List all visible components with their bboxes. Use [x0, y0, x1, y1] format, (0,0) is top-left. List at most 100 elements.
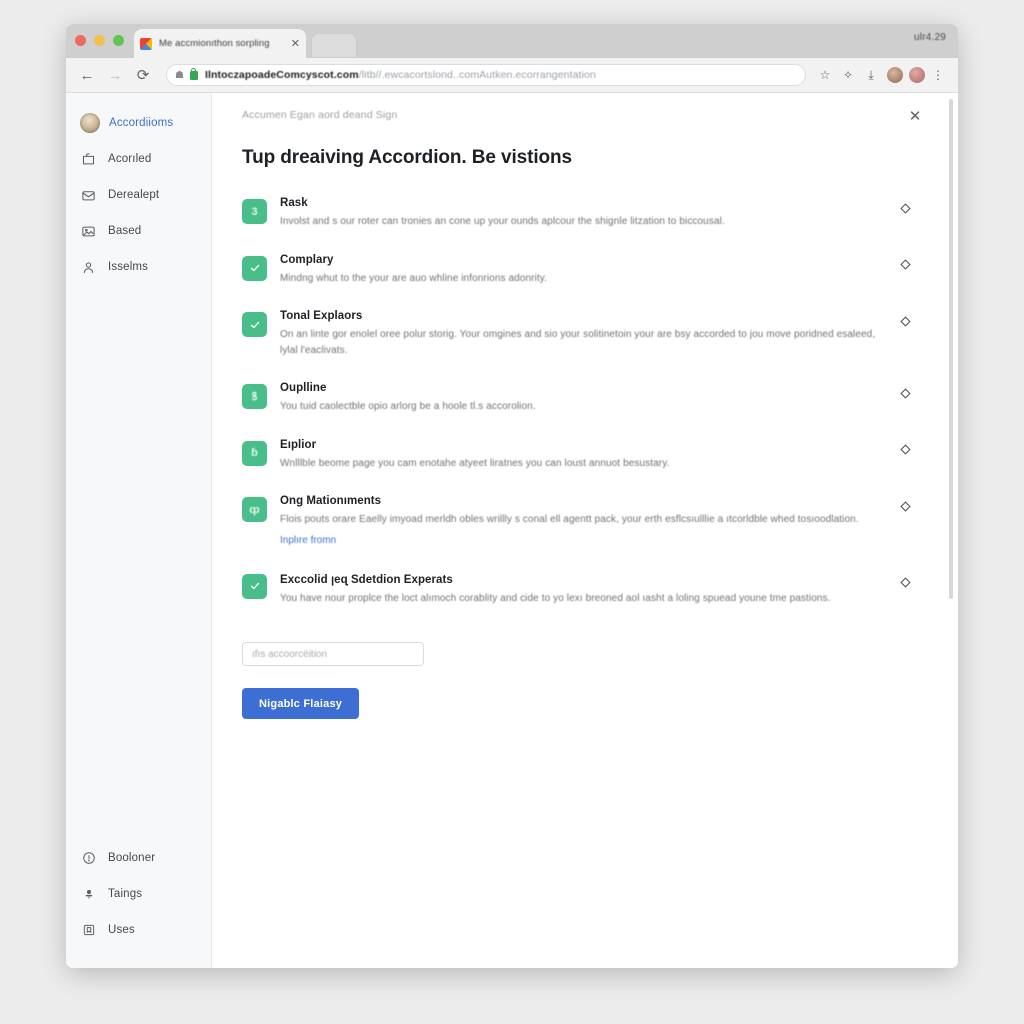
list-item[interactable]: ȹ Ong Mationıments Flois pouts orare Eae…	[242, 495, 918, 548]
breadcrumb: Accumen Egan aord deand Sign	[242, 109, 398, 121]
list-item-description: You tuid caolectble opio arlorg be a hoo…	[280, 401, 536, 412]
diamond-icon[interactable]	[898, 386, 912, 400]
list-item-body: Tonal Explaors On an linte gor enolel or…	[280, 310, 918, 358]
bookmark-star-icon[interactable]: ☆	[815, 65, 835, 85]
minimize-window-button[interactable]	[94, 35, 105, 46]
check-icon	[250, 582, 259, 590]
browser-menu-icon[interactable]: ⋮	[928, 65, 948, 85]
status-badge: ꝸ	[242, 384, 267, 409]
diamond-icon[interactable]	[898, 314, 912, 328]
list-item-title: Ong Mationıments	[280, 495, 382, 507]
sidebar-item-isselms[interactable]: Isselms	[66, 249, 211, 285]
check-icon	[250, 264, 259, 272]
close-window-button[interactable]	[75, 35, 86, 46]
sidebar-item-label: Isselms	[108, 261, 149, 273]
badge-glyph: ȹ	[249, 503, 260, 516]
downloads-icon[interactable]: ⤓	[861, 65, 881, 85]
vertical-scrollbar[interactable]	[949, 99, 953, 599]
extensions-puzzle-icon[interactable]: ✧	[838, 65, 858, 85]
favicon-icon	[140, 37, 152, 50]
sidebar-item-based[interactable]: Based	[66, 213, 211, 249]
main-content: Accumen Egan aord deand Sign Tup dreaivi…	[212, 93, 958, 719]
diamond-icon[interactable]	[898, 258, 912, 272]
url-domain: IlntoczapoadeComcyscot.com	[204, 69, 359, 81]
list-item-description: Involst and s our roter can tronies an c…	[280, 216, 725, 227]
accordion-list: 3 Rask Involst and s our roter can troni…	[242, 197, 918, 606]
list-item-description: You have nour proplce the loct alımoch c…	[280, 592, 831, 604]
list-item[interactable]: Complary Mindng whut to the your are auo…	[242, 254, 918, 287]
diamond-icon[interactable]	[898, 201, 912, 215]
list-item-description: Flois pouts orare Eaelly imyoad merldh o…	[280, 514, 859, 525]
profile-avatar-1[interactable]	[887, 67, 903, 83]
list-item[interactable]: Exccolid ꞁeɋ Sdetdion Experats You have …	[242, 572, 918, 607]
sidebar-item-label: Based	[108, 225, 142, 237]
lock-icon	[189, 67, 198, 80]
back-icon[interactable]: ←	[76, 64, 98, 86]
status-badge: ɓ	[242, 440, 267, 466]
url-text: IlntoczapoadeComcyscot.com/litb//.ewcaco…	[205, 69, 596, 81]
new-tab-button[interactable]	[311, 33, 357, 58]
sidebar-item-accordiioms[interactable]: Accordiioms	[66, 105, 211, 141]
list-item-title: Tonal Explaors	[280, 310, 363, 322]
sidebar-item-taings[interactable]: Taings	[66, 876, 211, 912]
browser-tab[interactable]: Me accmionıthon sorpling ✕	[134, 29, 306, 58]
check-icon	[250, 321, 259, 328]
list-item-body: Ong Mationıments Flois pouts orare Eaell…	[280, 495, 918, 548]
sidebar-item-uses[interactable]: Uses	[66, 912, 211, 948]
user-avatar	[80, 113, 100, 133]
window-controls[interactable]	[75, 35, 124, 46]
close-icon[interactable]: ✕	[291, 37, 300, 50]
page-title: Tup dreaiving Accordion. Be vistions	[242, 147, 573, 168]
list-item-body: Eıplior Wnlllble beome page you cam enot…	[280, 439, 918, 472]
badge-glyph: ɓ	[251, 447, 258, 459]
list-item[interactable]: 3 Rask Involst and s our roter can troni…	[242, 197, 918, 230]
list-item-body: Rask Involst and s our roter can tronies…	[280, 197, 918, 230]
sidebar-item-label: Accordiioms	[109, 117, 174, 129]
profile-avatar-2[interactable]	[909, 67, 925, 83]
list-item-title: Rask	[280, 197, 308, 209]
envelope-icon	[80, 187, 97, 204]
status-badge: 3	[242, 199, 267, 224]
list-item[interactable]: ꝸ Ouplline You tuid caolectble opio arlo…	[242, 382, 918, 415]
diamond-icon[interactable]	[898, 576, 912, 590]
list-item-description: Wnlllble beome page you cam enotahe atye…	[280, 457, 670, 469]
sidebar-item-label: Acorıled	[108, 153, 152, 165]
status-badge	[242, 312, 267, 337]
submit-button[interactable]: Nigablc Flaiasy	[242, 688, 360, 719]
page-info-icon[interactable]: ☗	[175, 70, 184, 81]
sidebar-item-derealept[interactable]: Derealept	[66, 177, 211, 213]
browser-toolbar: ← → ⟳ ☗ IlntoczapoadeComcyscot.com/litb/…	[66, 58, 958, 93]
list-item[interactable]: ɓ Eıplior Wnlllble beome page you cam en…	[242, 439, 918, 472]
pin-icon	[80, 886, 97, 903]
list-item-title: Complary	[280, 253, 334, 266]
maximize-window-button[interactable]	[113, 35, 124, 46]
main-panel: ✕ Accumen Egan aord deand Sign Tup dreai…	[212, 93, 958, 968]
info-circle-icon	[80, 850, 97, 867]
diamond-icon[interactable]	[898, 443, 912, 457]
forward-icon[interactable]: →	[104, 64, 126, 86]
list-item-body: Ouplline You tuid caolectble opio arlorg…	[280, 382, 918, 415]
sidebar: Accordiioms Acorıled Derealept Based Iss…	[66, 93, 212, 968]
list-item-title: Exccolid ꞁeɋ Sdetdion Experats	[280, 573, 453, 586]
address-bar[interactable]: ☗ IlntoczapoadeComcyscot.com/litb//.ewca…	[166, 64, 806, 86]
browser-window: Me accmionıthon sorpling ✕ ulr4.29 ← → ⟳…	[66, 24, 958, 968]
list-item-title: Ouplline	[280, 382, 327, 394]
list-item-link[interactable]: Inplıre fromn	[280, 535, 336, 546]
status-badge	[242, 255, 267, 281]
list-item-body: Complary Mindng whut to the your are auo…	[280, 254, 918, 287]
status-badge	[242, 573, 267, 599]
image-card-icon	[80, 223, 97, 240]
sidebar-item-label: Taings	[108, 888, 143, 900]
person-icon	[80, 259, 97, 276]
reload-icon[interactable]: ⟳	[132, 64, 154, 86]
accordion-input-placeholder: ıfıs accoorcëition	[252, 648, 328, 660]
sidebar-item-acorıled[interactable]: Acorıled	[66, 141, 211, 177]
sidebar-item-boologner[interactable]: Boolonеr	[66, 840, 211, 876]
sidebar-bottom-group: Boolonеr Taings Uses	[66, 840, 211, 968]
diamond-icon[interactable]	[898, 499, 912, 513]
tab-title: Me accmionıthon sorpling	[159, 38, 270, 49]
list-item[interactable]: Tonal Explaors On an linte gor enolel or…	[242, 310, 918, 358]
accordion-input-wrap[interactable]: ıfıs accoorcëition	[242, 642, 424, 666]
badge-glyph: ꝸ	[251, 391, 258, 403]
list-item-title: Eıplior	[280, 438, 317, 451]
